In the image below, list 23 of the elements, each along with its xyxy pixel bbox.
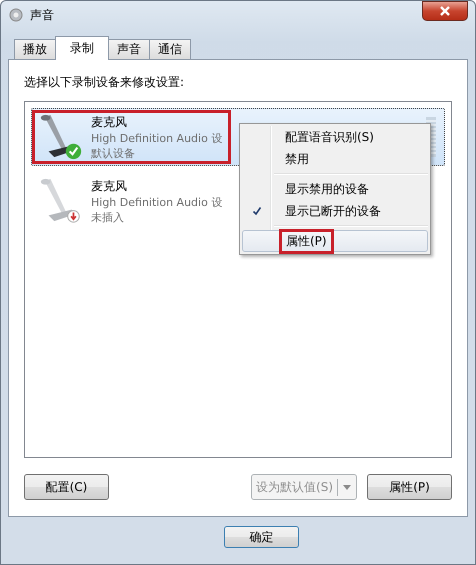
tab[interactable]: 声音 [108, 39, 150, 59]
menu-item[interactable]: 显示已断开的设备 [242, 200, 428, 222]
window-title: 声音 [30, 6, 54, 24]
instruction-text: 选择以下录制设备来修改设置: [24, 74, 186, 91]
device-description: High Definition Audio 设 [91, 194, 222, 210]
close-icon [439, 5, 451, 17]
properties-button[interactable]: 属性(P) [367, 474, 452, 500]
device-status: 未插入 [91, 210, 125, 224]
device-name: 麦克风 [91, 178, 128, 194]
menu-item[interactable]: 属性(P) [242, 230, 428, 252]
device-name: 麦克风 [91, 114, 128, 130]
configure-button[interactable]: 配置(C) [24, 474, 109, 500]
device-status: 默认设备 [91, 146, 136, 160]
ok-button[interactable]: 确定 [224, 526, 299, 548]
menu-item[interactable]: 配置语音识别(S) [242, 126, 428, 148]
device-description: High Definition Audio 设 [91, 130, 222, 146]
tab[interactable]: 播放 [14, 39, 56, 59]
speaker-icon [8, 7, 24, 23]
caret-icon [343, 484, 351, 490]
menu-item[interactable]: 显示禁用的设备 [242, 178, 428, 200]
tab[interactable]: 录制 [55, 36, 109, 60]
tab[interactable]: 通信 [149, 39, 191, 59]
close-button[interactable] [422, 1, 468, 21]
